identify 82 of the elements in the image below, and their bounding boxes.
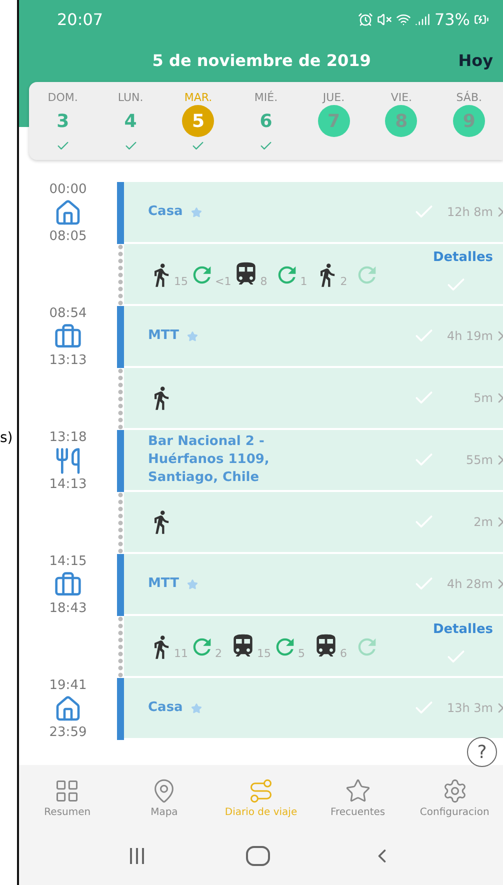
duration: 4h 19m (446, 329, 493, 343)
details-link[interactable]: Detalles (432, 250, 493, 265)
start-time: 00:00 (49, 182, 87, 197)
timeline-bar (117, 306, 124, 368)
day-item[interactable]: MAR. 5 (164, 91, 232, 153)
recent-apps-icon[interactable] (129, 847, 146, 865)
duration: 5m (472, 391, 493, 405)
star-icon (190, 206, 202, 218)
start-time: 19:41 (49, 678, 87, 693)
duration: 13h 3m (446, 701, 493, 715)
signal-icon (415, 12, 430, 26)
place-name: Bar Nacional 2 - Huérfanos 1109, Santiago, Chile (148, 433, 270, 487)
start-time: 08:54 (49, 306, 87, 321)
place-entry[interactable]: MTT 4h 19m (124, 306, 503, 368)
nav-tab[interactable]: Mapa (116, 765, 213, 831)
segment-minutes: 8 (260, 275, 268, 288)
segment-minutes: 15 (257, 647, 271, 660)
place-name: Casa (148, 699, 183, 717)
place-entry[interactable]: Casa 13h 3m (124, 678, 503, 740)
nav-tab[interactable]: Resumen (19, 765, 116, 831)
fork-knife-icon (54, 447, 82, 475)
segment-minutes: 11 (174, 647, 188, 660)
day-item[interactable]: DOM. 3 (29, 91, 97, 153)
end-time: 08:05 (49, 229, 87, 244)
grid-icon (54, 778, 80, 804)
start-time: 14:15 (49, 554, 87, 569)
details-link[interactable]: Detalles (432, 622, 493, 637)
trip-entry[interactable]: 11 2 15 5 6 Detalles (124, 616, 503, 678)
duration: 12h 8m (446, 205, 493, 219)
segment-minutes: 1 (300, 275, 308, 288)
alarm-icon (358, 12, 374, 26)
star-icon (344, 778, 371, 804)
day-item[interactable]: MIÉ. 6 (232, 91, 300, 153)
day-item[interactable]: VIE. 8 (368, 91, 436, 153)
duration: 2m (472, 515, 493, 529)
end-time: 18:43 (49, 601, 87, 616)
trip-entry[interactable]: 5m (124, 368, 503, 430)
place-entry[interactable]: MTT 4h 28m (124, 554, 503, 616)
mute-icon (377, 12, 392, 26)
timeline-bar (117, 182, 124, 244)
duration: 55m (465, 453, 493, 467)
place-entry[interactable]: Casa 12h 8m (124, 182, 503, 244)
day-item[interactable]: JUE. 7 (300, 91, 368, 153)
timeline-bar (117, 554, 124, 616)
battery-percent: 73% (434, 10, 470, 28)
segment-minutes: 6 (340, 647, 348, 660)
start-time: 13:18 (49, 430, 87, 445)
nav-tab[interactable]: Frecuentes (309, 765, 406, 831)
day-item[interactable]: SÁB. 9 (435, 91, 503, 153)
end-time: 13:13 (49, 353, 87, 368)
star-icon (190, 702, 202, 714)
home-key-icon[interactable] (246, 846, 270, 866)
margin-text: s) (0, 430, 13, 446)
house-icon (54, 199, 82, 227)
place-name: MTT (148, 575, 179, 593)
route-icon (248, 778, 274, 804)
place-entry[interactable]: Bar Nacional 2 - Huérfanos 1109, Santiago, Chile 55m (124, 430, 503, 492)
place-name: Casa (148, 203, 183, 221)
segment-minutes: 2 (215, 647, 223, 660)
timeline-bar (117, 430, 124, 492)
status-time: 20:07 (57, 10, 104, 28)
house-icon (54, 695, 82, 723)
star-icon (186, 330, 198, 342)
segment-minutes: 2 (340, 275, 348, 288)
date-title: 5 de noviembre de 2019 (151, 50, 372, 70)
nav-tab[interactable]: Diario de viaje (212, 765, 310, 831)
trip-entry[interactable]: 2m (124, 492, 503, 554)
place-name: MTT (148, 327, 179, 345)
nav-tab[interactable]: Configuracion (406, 765, 503, 831)
segment-minutes: 5 (298, 647, 306, 660)
duration: 4h 28m (446, 577, 493, 591)
day-item[interactable]: LUN. 4 (96, 91, 164, 153)
segment-minutes: <1 (215, 275, 232, 288)
wifi-icon (396, 12, 412, 26)
star-icon (186, 578, 198, 590)
end-time: 14:13 (49, 477, 87, 492)
end-time: 23:59 (49, 725, 87, 740)
segment-minutes: 15 (174, 275, 188, 288)
settings-icon (442, 778, 468, 804)
trip-entry[interactable]: 15 <1 8 1 2 Detalles (124, 244, 503, 306)
today-button[interactable]: Hoy (454, 46, 497, 74)
timeline-bar (117, 678, 124, 740)
